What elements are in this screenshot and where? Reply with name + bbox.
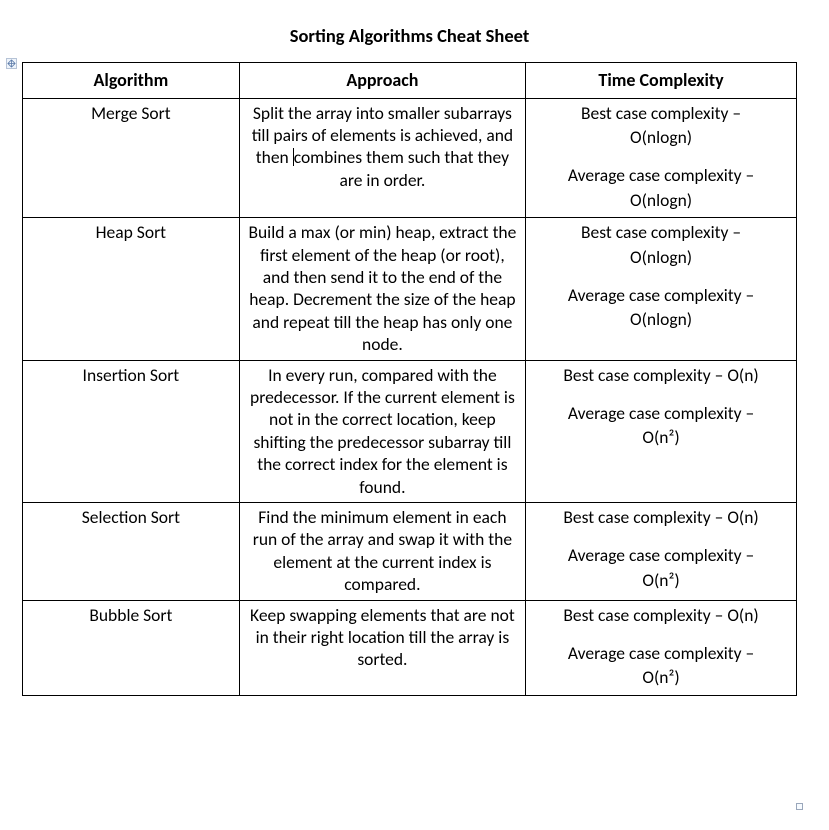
- table-row: Bubble Sort Keep swapping elements that …: [23, 600, 797, 695]
- cell-time[interactable]: Best case complexity – O(nlogn) Average …: [526, 218, 797, 360]
- avg-case-label: Average case complexity –: [532, 544, 790, 566]
- cell-approach[interactable]: In every run, compared with the predeces…: [239, 360, 525, 502]
- cell-approach[interactable]: Find the minimum element in each run of …: [239, 502, 525, 600]
- cell-approach[interactable]: Keep swapping elements that are not in t…: [239, 600, 525, 695]
- cell-approach[interactable]: Build a max (or min) heap, extract the f…: [239, 218, 525, 360]
- best-case-label: Best case complexity – O(n): [532, 364, 790, 386]
- table-anchor-icon[interactable]: [6, 58, 17, 69]
- col-header-algorithm: Algorithm: [23, 62, 240, 98]
- avg-case-label: Average case complexity –: [532, 164, 790, 186]
- table-row: Merge Sort Split the array into smaller …: [23, 98, 797, 218]
- cell-algorithm[interactable]: Selection Sort: [23, 502, 240, 600]
- table-row: Insertion Sort In every run, compared wi…: [23, 360, 797, 502]
- best-case-label: Best case complexity – O(n): [532, 506, 790, 528]
- col-header-time: Time Complexity: [526, 62, 797, 98]
- best-case-label: Best case complexity –: [532, 102, 790, 124]
- avg-case-value: O(nlogn): [532, 308, 790, 330]
- avg-case-label: Average case complexity –: [532, 284, 790, 306]
- avg-case-value: O(nlogn): [532, 189, 790, 211]
- cell-algorithm[interactable]: Heap Sort: [23, 218, 240, 360]
- page-title: Sorting Algorithms Cheat Sheet: [22, 24, 797, 48]
- best-case-label: Best case complexity –: [532, 221, 790, 243]
- avg-case-label: Average case complexity –: [532, 642, 790, 664]
- table-header-row: Algorithm Approach Time Complexity: [23, 62, 797, 98]
- cell-algorithm[interactable]: Bubble Sort: [23, 600, 240, 695]
- cell-algorithm[interactable]: Insertion Sort: [23, 360, 240, 502]
- cell-approach[interactable]: Split the array into smaller subarrays t…: [239, 98, 525, 218]
- table-resize-handle-icon[interactable]: [796, 803, 803, 810]
- avg-case-value: O(n²): [532, 426, 790, 448]
- cell-approach-text-b: combines them such that they are in orde…: [294, 146, 509, 190]
- cell-time[interactable]: Best case complexity – O(n) Average case…: [526, 502, 797, 600]
- best-case-label: Best case complexity – O(n): [532, 604, 790, 626]
- cell-time[interactable]: Best case complexity – O(nlogn) Average …: [526, 98, 797, 218]
- avg-case-value: O(n²): [532, 666, 790, 688]
- document-page: Sorting Algorithms Cheat Sheet Algorithm…: [0, 0, 829, 830]
- avg-case-value: O(n²): [532, 569, 790, 591]
- cell-time[interactable]: Best case complexity – O(n) Average case…: [526, 360, 797, 502]
- table-row: Selection Sort Find the minimum element …: [23, 502, 797, 600]
- avg-case-label: Average case complexity –: [532, 402, 790, 424]
- table-row: Heap Sort Build a max (or min) heap, ext…: [23, 218, 797, 360]
- best-case-value: O(nlogn): [532, 246, 790, 268]
- cell-time[interactable]: Best case complexity – O(n) Average case…: [526, 600, 797, 695]
- algorithms-table: Algorithm Approach Time Complexity Merge…: [22, 62, 797, 696]
- cell-algorithm[interactable]: Merge Sort: [23, 98, 240, 218]
- col-header-approach: Approach: [239, 62, 525, 98]
- best-case-value: O(nlogn): [532, 126, 790, 148]
